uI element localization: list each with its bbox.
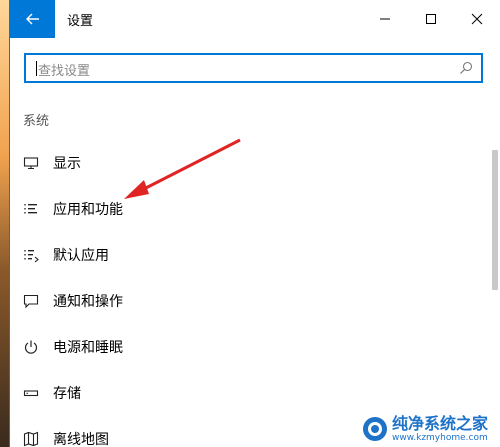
close-button[interactable]	[454, 0, 500, 38]
watermark-url: www.kzmyhome.com	[391, 433, 488, 443]
section-title: 系统	[23, 114, 50, 129]
text-caret	[36, 61, 37, 76]
monitor-icon	[22, 154, 40, 172]
nav-item-display[interactable]: 显示	[10, 140, 480, 186]
nav-item-label: 通知和操作	[53, 294, 123, 310]
storage-icon	[22, 384, 40, 402]
maximize-button[interactable]	[408, 0, 454, 38]
watermark: 纯净系统之家 www.kzmyhome.com	[357, 413, 492, 445]
title-bar: 设置	[10, 0, 500, 38]
notification-icon	[22, 292, 40, 310]
list-icon	[22, 200, 40, 218]
search-input[interactable]: 查找设置	[24, 53, 483, 83]
nav-item-label: 默认应用	[53, 248, 109, 264]
nav-item-label: 存储	[53, 386, 81, 402]
settings-window: 设置 查找设置 系统 显示 应用和功能 默认应用 通知和操作 电源和睡眠 存储 …	[9, 0, 500, 447]
nav-list: 显示 应用和功能 默认应用 通知和操作 电源和睡眠 存储 离线地图	[10, 140, 480, 447]
back-button[interactable]	[10, 0, 55, 38]
desktop-background	[0, 0, 9, 447]
nav-item-default-apps[interactable]: 默认应用	[10, 232, 480, 278]
scrollbar-thumb[interactable]	[492, 150, 498, 290]
map-icon	[22, 430, 40, 447]
power-icon	[22, 338, 40, 356]
minimize-button[interactable]	[362, 0, 408, 38]
search-icon[interactable]	[459, 61, 473, 75]
nav-item-label: 电源和睡眠	[53, 340, 123, 356]
nav-item-label: 显示	[53, 156, 81, 172]
close-icon	[471, 13, 483, 25]
window-title: 设置	[67, 14, 94, 29]
window-controls	[362, 0, 500, 38]
maximize-icon	[426, 14, 436, 24]
minimize-icon	[380, 18, 390, 20]
nav-item-label: 离线地图	[53, 432, 109, 447]
nav-item-notifications[interactable]: 通知和操作	[10, 278, 480, 324]
watermark-logo-icon	[362, 417, 387, 441]
nav-item-power-sleep[interactable]: 电源和睡眠	[10, 324, 480, 370]
search-placeholder: 查找设置	[38, 64, 91, 79]
nav-item-storage[interactable]: 存储	[10, 370, 480, 416]
default-apps-icon	[22, 246, 40, 264]
nav-item-label: 应用和功能	[53, 202, 123, 218]
back-arrow-icon	[25, 13, 39, 25]
nav-item-apps-features[interactable]: 应用和功能	[10, 186, 480, 232]
watermark-title: 纯净系统之家	[391, 414, 488, 433]
